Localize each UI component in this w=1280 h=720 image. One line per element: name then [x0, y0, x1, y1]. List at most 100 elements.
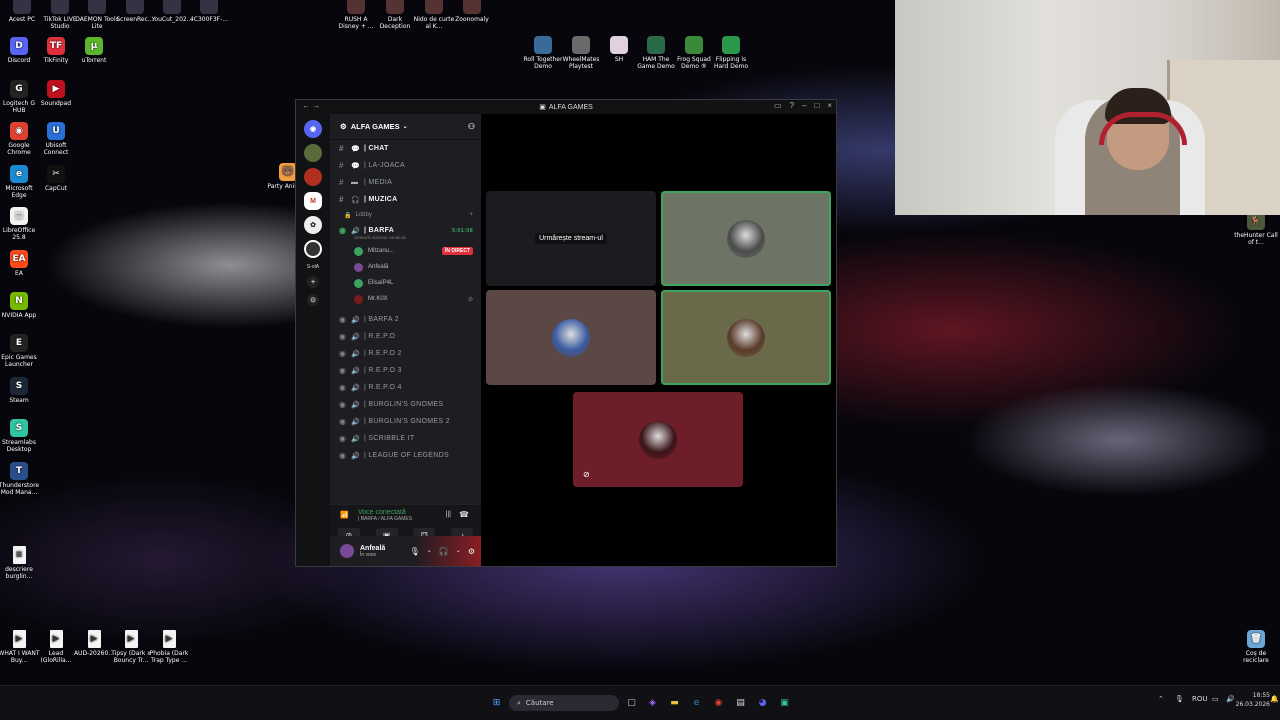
discord-taskbar-icon[interactable]: ◕	[756, 696, 769, 709]
desktop-icon[interactable]: RUSH A Disney + ...	[334, 0, 378, 30]
add-channel-icon[interactable]: +	[469, 212, 473, 218]
maximize-button[interactable]: □	[814, 101, 819, 110]
desktop-icon-label: Coș de reciclare	[1243, 650, 1269, 664]
voice-channel-item[interactable]: ◉ 🔊 | R.E.P.O 4	[330, 379, 481, 396]
avatar	[552, 318, 590, 357]
desktop-icon[interactable]: ≡ descriere burglin...	[0, 546, 41, 580]
language-indicator[interactable]: ROU	[1192, 695, 1208, 703]
settings-gear-icon[interactable]: ⚙	[468, 547, 475, 556]
participant-tile[interactable]	[661, 191, 831, 286]
category-label: Lobby	[355, 212, 372, 218]
channel-item[interactable]: # 💬 | LA-JOACA	[330, 157, 481, 174]
desktop-icon[interactable]: T Thunderstore Mod Mana...	[0, 462, 41, 496]
search-box[interactable]: ⌕ Căutare	[509, 695, 619, 711]
desktop-icon[interactable]: Zoonomaly	[450, 0, 494, 23]
back-arrow-icon[interactable]: ← →	[302, 101, 320, 110]
desktop-icon[interactable]: ▤ LibreOffice 25.8	[0, 207, 41, 241]
stream-tile[interactable]: Urmărește stream-ul	[486, 191, 656, 286]
chevron-up-icon[interactable]: ⌃	[1158, 695, 1164, 703]
close-button[interactable]: ×	[827, 101, 832, 110]
desktop-icon[interactable]: µ uTorrent	[72, 37, 116, 64]
edge-icon[interactable]: e	[690, 696, 703, 709]
windows-start-icon[interactable]: ⊞	[490, 696, 503, 709]
desktop-icon[interactable]: E Epic Games Launcher	[0, 334, 41, 368]
voice-channel-item[interactable]: ◉ 🔊 | R.E.P.O 3	[330, 362, 481, 379]
voice-member[interactable]: Mitzanu... ÎN DIRECT	[330, 243, 481, 259]
file-explorer-icon[interactable]: ▬	[668, 696, 681, 709]
app-icon: U	[47, 122, 65, 140]
server-icon[interactable]	[304, 168, 322, 186]
channel-item[interactable]: # ▬ | MEDIA	[330, 174, 481, 191]
webcam-overlay	[895, 0, 1280, 215]
mic-tray-icon[interactable]: 🎙	[1175, 695, 1184, 703]
server-icon[interactable]	[304, 144, 322, 162]
voice-channel-group: ◉ 🔊 | BARFA 2 ◉ 🔊 | R.E.P.O ◉ 🔊 | R.E.P.O 2 ◉ 🔊 | R…	[330, 311, 481, 464]
add-friend-icon[interactable]: ⚇	[468, 122, 475, 131]
task-view-icon[interactable]: ▢	[625, 696, 638, 709]
category-lobby[interactable]: 🔒 Lobby +	[330, 208, 481, 222]
server-icon-active[interactable]: M	[304, 192, 322, 210]
volume-icon[interactable]: 🔊	[1226, 695, 1235, 703]
participant-tile[interactable]	[661, 290, 831, 385]
disconnect-icon[interactable]: ☎	[459, 510, 469, 519]
desktop-icon[interactable]: ✂ CapCut	[34, 165, 78, 192]
desktop-icon[interactable]: Dark Deception	[373, 0, 417, 30]
voice-channel-item[interactable]: ◉ 🔊 | SCRIBBLE IT	[330, 430, 481, 447]
voice-channel-item[interactable]: ◉ 🔊 | BARFA 2	[330, 311, 481, 328]
voice-channel-active[interactable]: ◉ 🔊 | BARFA 5:01:08	[330, 222, 481, 239]
discord-titlebar[interactable]: ← → ▣ ALFA GAMES ▭ ? – □ ×	[296, 100, 836, 114]
discord-home-icon[interactable]: ◉	[304, 120, 322, 138]
chevron-down-icon[interactable]: ⌄	[427, 547, 432, 556]
minimize-button[interactable]: –	[802, 101, 806, 110]
voice-member[interactable]: Mr.K0X ⊘	[330, 291, 481, 307]
desktop-icon[interactable]: 4C300F3F-...	[187, 0, 231, 23]
desktop-icon[interactable]: S Streamlabs Desktop	[0, 419, 41, 453]
avatar	[354, 262, 363, 272]
voice-channel-item[interactable]: ◉ 🔊 | BURGLIN'S GNOMES	[330, 396, 481, 413]
voice-member[interactable]: Anfeală	[330, 259, 481, 275]
discord-window[interactable]: ← → ▣ ALFA GAMES ▭ ? – □ × ◉ M ✿ S-olA +…	[295, 99, 837, 567]
store-icon[interactable]: ▤	[734, 696, 747, 709]
desktop-icon-thehunter[interactable]: 🦌 theHunter Call of t...	[1234, 212, 1278, 246]
voice-member[interactable]: ElisaIP4L	[330, 275, 481, 291]
desktop-icon[interactable]: ▶ Soundpad	[34, 80, 78, 107]
inbox-icon[interactable]: ▭	[774, 101, 782, 110]
discover-icon[interactable]: ⊙	[307, 294, 319, 306]
voice-channel-item[interactable]: ◉ 🔊 | R.E.P.O 2	[330, 345, 481, 362]
notification-icon[interactable]: 🔔	[1270, 695, 1279, 703]
channel-item[interactable]: # 🎧 | MUZICA	[330, 191, 481, 208]
desktop-icon[interactable]: EA EA	[0, 250, 41, 277]
chevron-down-icon[interactable]: ⌄	[456, 547, 461, 556]
desktop-icon[interactable]: Flipping is Hard Demo	[709, 36, 753, 70]
streamlabs-taskbar-icon[interactable]: ▣	[778, 696, 791, 709]
server-icon[interactable]	[304, 240, 322, 258]
voice-channel-item[interactable]: ◉ 🔊 | BURGLIN'S GNOMES 2	[330, 413, 481, 430]
headphones-icon[interactable]: 🎧	[439, 547, 449, 556]
avatar[interactable]	[340, 544, 354, 558]
watch-stream-button[interactable]: Urmărește stream-ul	[535, 233, 607, 244]
voice-channel-item[interactable]: ◉ 🔊 | LEAGUE OF LEGENDS	[330, 447, 481, 464]
channel-item[interactable]: # 💬 | CHAT	[330, 140, 481, 157]
clock[interactable]: 18:55 26.03.2026	[1236, 691, 1270, 709]
desktop-icon[interactable]: N NVIDIA App	[0, 292, 41, 319]
desktop-icon[interactable]: S Steam	[0, 377, 41, 404]
server-header[interactable]: ⚙ ALFA GAMES ⌄ ⚇	[330, 114, 481, 140]
server-abbrev[interactable]: S-olA	[296, 264, 330, 270]
desktop-file-icon[interactable]: ▶ Phobia (Dark Trap Type ...	[147, 630, 191, 664]
copilot-icon[interactable]: ◈	[646, 696, 659, 709]
voice-channel-item[interactable]: ◉ 🔊 | R.E.P.O	[330, 328, 481, 345]
noise-suppression-icon[interactable]: |||	[446, 511, 451, 518]
signal-icon[interactable]: 📶	[340, 511, 349, 519]
help-icon[interactable]: ?	[790, 101, 794, 110]
channel-name: | LEAGUE OF LEGENDS	[364, 452, 449, 459]
participant-tile[interactable]	[486, 290, 656, 385]
network-icon[interactable]: ▭	[1212, 695, 1219, 703]
participant-tile[interactable]: ⊘	[573, 392, 743, 487]
chrome-icon[interactable]: ◉	[712, 696, 725, 709]
server-icon[interactable]: ✿	[304, 216, 322, 234]
microphone-icon[interactable]: 🎙	[410, 547, 420, 556]
add-server-icon[interactable]: +	[307, 276, 319, 288]
user-name[interactable]: Anfeală	[360, 545, 385, 552]
desktop-icon[interactable]: U Ubisoft Connect	[34, 122, 78, 156]
desktop-icon-recycle-bin[interactable]: 🗑 Coș de reciclare	[1234, 630, 1278, 664]
